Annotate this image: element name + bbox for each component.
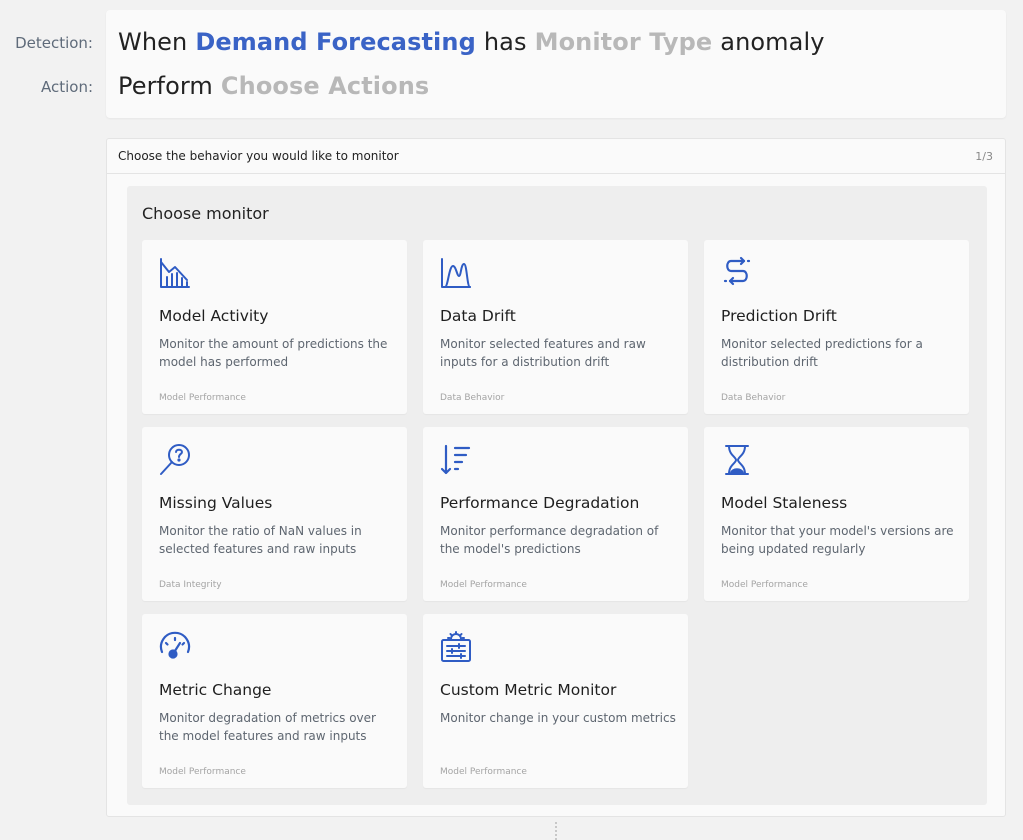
when-text: When (118, 28, 188, 56)
custom-metric-icon (439, 630, 473, 664)
perform-text: Perform (118, 72, 213, 100)
model-selector[interactable]: Demand Forecasting (195, 28, 476, 56)
anomaly-text: anomaly (720, 28, 825, 56)
monitor-wizard: Choose the behavior you would like to mo… (106, 138, 1006, 817)
monitor-title: Model Staleness (721, 494, 848, 512)
distribution-icon (439, 256, 473, 290)
monitor-card-model-activity[interactable]: Model Activity Monitor the amount of pre… (142, 240, 407, 414)
detection-sentence: When Demand Forecasting has Monitor Type ano… (118, 28, 833, 56)
monitor-title: Metric Change (159, 681, 272, 699)
page: Detection: Action: When Demand Forecastin… (0, 0, 1023, 840)
sort-descending-icon (439, 443, 473, 477)
detection-label: Detection: (15, 34, 93, 52)
monitor-title: Data Drift (440, 307, 516, 325)
monitor-card-custom-metric[interactable]: Custom Metric Monitor Monitor change in … (423, 614, 688, 788)
rule-sentence-card: When Demand Forecasting has Monitor Type ano… (106, 10, 1006, 118)
monitor-card-model-staleness[interactable]: Model Staleness Monitor that your model'… (704, 427, 969, 601)
monitor-category: Data Behavior (721, 393, 786, 403)
monitor-description: Monitor change in your custom metrics (440, 711, 676, 725)
search-question-icon (158, 443, 192, 477)
monitor-category: Model Performance (440, 580, 527, 590)
monitor-description: Monitor that your model's versions are b… (721, 524, 954, 556)
connector-dots (555, 822, 557, 840)
monitor-category: Data Integrity (159, 580, 222, 590)
monitor-title: Performance Degradation (440, 494, 640, 512)
monitor-title: Model Activity (159, 307, 269, 325)
monitor-description: Monitor selected features and raw inputs… (440, 337, 646, 369)
monitor-category: Model Performance (721, 580, 808, 590)
wizard-step-indicator: 1/3 (975, 149, 993, 163)
monitor-description: Monitor degradation of metrics over the … (159, 711, 376, 743)
monitor-title: Custom Metric Monitor (440, 681, 617, 699)
monitor-description: Monitor selected predictions for a distr… (721, 337, 923, 369)
monitor-card-data-drift[interactable]: Data Drift Monitor selected features and… (423, 240, 688, 414)
choose-actions-selector[interactable]: Choose Actions (221, 72, 429, 100)
monitor-card-performance-degradation[interactable]: Performance Degradation Monitor performa… (423, 427, 688, 601)
drift-path-icon (720, 256, 754, 290)
monitor-type-selector[interactable]: Monitor Type (535, 28, 713, 56)
monitor-card-prediction-drift[interactable]: Prediction Drift Monitor selected predic… (704, 240, 969, 414)
monitor-category: Model Performance (159, 393, 246, 403)
choose-monitor-heading: Choose monitor (142, 204, 269, 223)
has-text: has (483, 28, 527, 56)
monitor-card-missing-values[interactable]: Missing Values Monitor the ratio of NaN … (142, 427, 407, 601)
monitor-category: Model Performance (440, 767, 527, 777)
bar-chart-down-icon (158, 256, 192, 290)
monitor-title: Missing Values (159, 494, 273, 512)
gauge-icon (158, 630, 192, 664)
monitor-description: Monitor the ratio of NaN values in selec… (159, 524, 362, 556)
action-sentence: Perform Choose Actions (118, 72, 437, 100)
hourglass-icon (720, 443, 754, 477)
monitor-category: Data Behavior (440, 393, 505, 403)
monitor-description: Monitor performance degradation of the m… (440, 524, 659, 556)
wizard-title: Choose the behavior you would like to mo… (118, 149, 399, 163)
wizard-header: Choose the behavior you would like to mo… (107, 139, 1005, 174)
monitor-card-metric-change[interactable]: Metric Change Monitor degradation of met… (142, 614, 407, 788)
monitor-category: Model Performance (159, 767, 246, 777)
monitor-description: Monitor the amount of predictions the mo… (159, 337, 388, 369)
monitor-grid: Choose monitor Model Activity Monitor th… (127, 186, 987, 805)
action-label: Action: (40, 78, 93, 96)
monitor-title: Prediction Drift (721, 307, 837, 325)
